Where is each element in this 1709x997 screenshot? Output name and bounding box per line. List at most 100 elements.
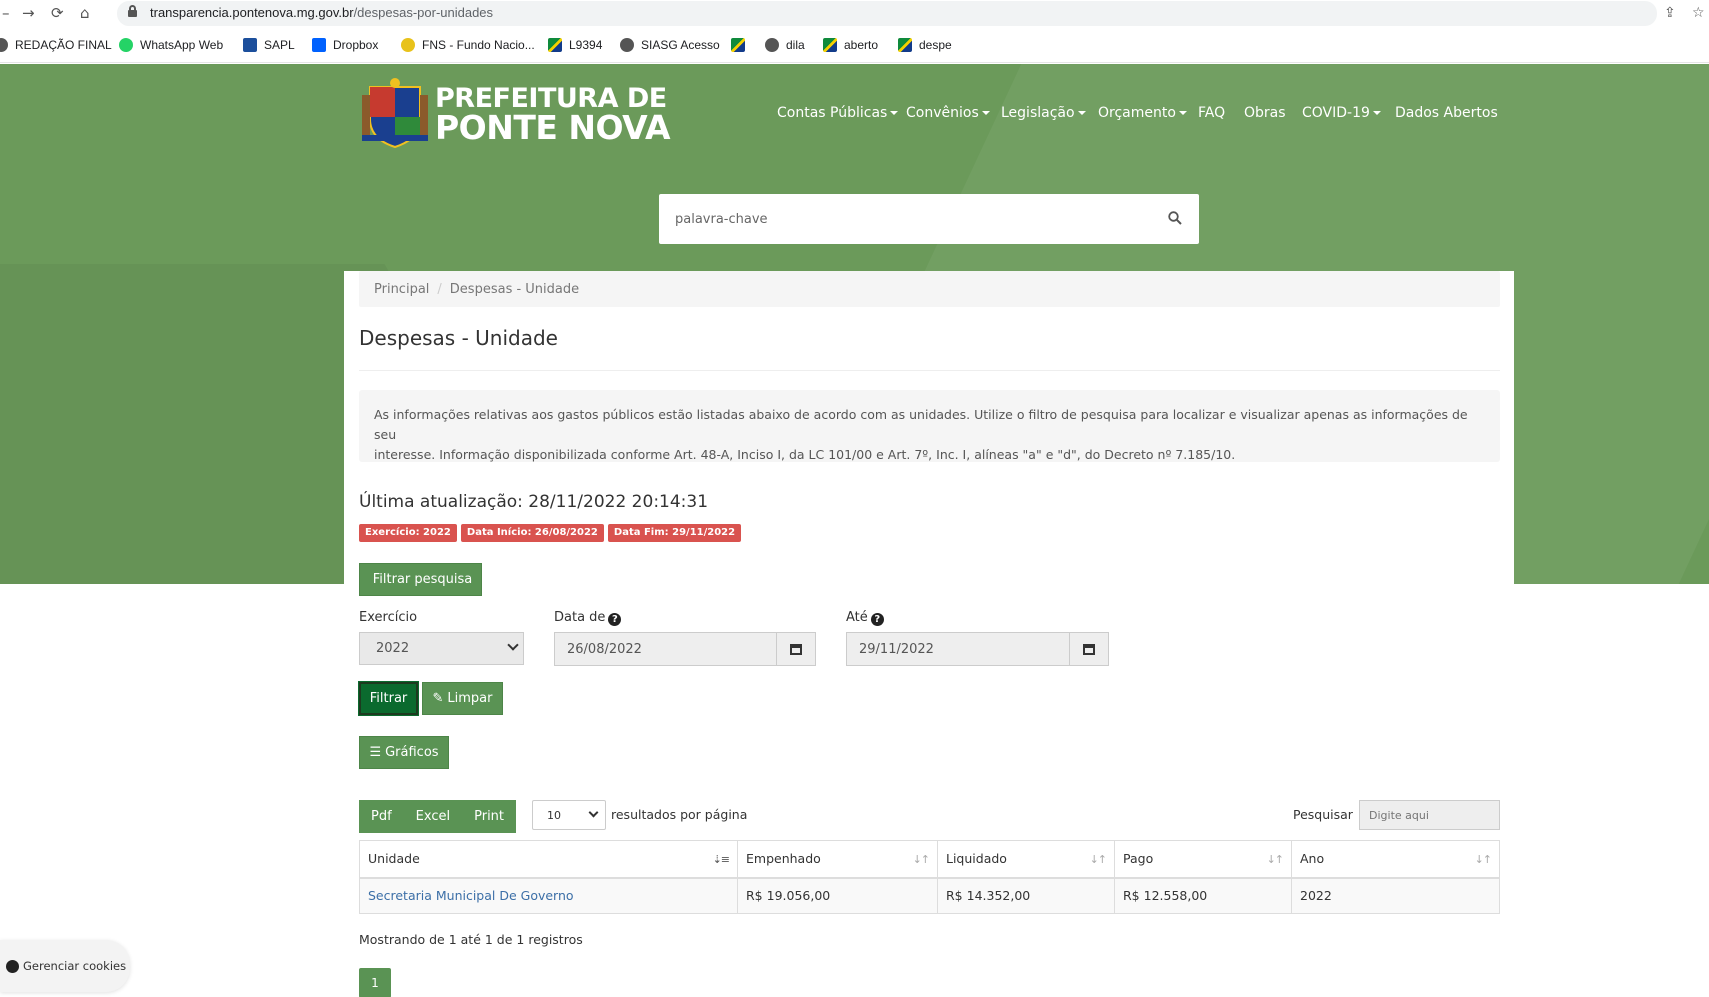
share-icon[interactable]: ⇪ [1664,5,1676,21]
bookmark-dila[interactable]: dila [765,36,805,54]
sort-icon: ↓↑ [1474,853,1492,866]
nav-dados-abertos[interactable]: Dados Abertos [1395,105,1498,121]
export-button-group: Pdf Excel Print [359,800,516,833]
lock-icon [128,5,137,17]
eraser-icon: ✎ [432,691,444,706]
per-page-label: resultados por página [611,807,748,822]
col-pago[interactable]: Pago ↓↑ [1114,840,1292,879]
bookmark-l9394[interactable]: L9394 [548,36,602,54]
bookmark-star-icon[interactable]: ☆ [1692,5,1705,21]
filter-badges: Exercício: 2022 Data Início: 26/08/2022 … [359,524,742,542]
export-excel-button[interactable]: Excel [404,809,462,824]
pago-cell: R$ 12.558,00 [1114,877,1292,914]
nav-covid[interactable]: COVID-19 [1302,105,1381,121]
exercicio-select[interactable]: 2022 [359,632,524,665]
bars-icon: ☰ [369,745,382,760]
caret-down-icon [1178,111,1187,115]
ate-field[interactable]: 29/11/2022 [846,632,1109,666]
bookmark-siasg[interactable]: SIASG Acesso [620,36,720,54]
sort-icon: ↓↑ [1089,853,1107,866]
coat-of-arms-logo[interactable] [360,77,430,149]
back-icon[interactable]: – [2,4,10,22]
globe-icon [620,38,634,52]
col-empenhado[interactable]: Empenhado ↓↑ [737,840,938,879]
breadcrumb-principal[interactable]: Principal [374,282,429,297]
records-summary: Mostrando de 1 até 1 de 1 registros [359,932,583,947]
nav-contas-publicas[interactable]: Contas Públicas [777,105,899,121]
badge-exercicio: Exercício: 2022 [359,524,457,542]
manage-cookies-button[interactable]: Gerenciar cookies [0,940,130,992]
filter-toggle-button[interactable]: Filtrar pesquisa [359,563,482,596]
bookmark-redacao[interactable]: REDAÇÃO FINAL [0,36,112,54]
nav-legislacao[interactable]: Legislação [1001,105,1086,121]
bookmark-fns[interactable]: FNS - Fundo Nacio... [401,36,535,54]
sapl-icon [243,38,257,52]
table-search-input[interactable] [1359,800,1500,830]
caret-down-icon [1372,111,1381,115]
bookmark-aberto[interactable]: aberto [823,36,878,54]
nav-faq[interactable]: FAQ [1198,105,1225,121]
nav-obras[interactable]: Obras [1244,105,1286,121]
content-card: Principal / Despesas - Unidade Despesas … [344,271,1514,997]
bookmark-despe[interactable]: despe [898,36,952,54]
col-ano[interactable]: Ano ↓↑ [1291,840,1500,879]
chevron-down-icon [507,639,519,651]
ano-cell: 2022 [1291,877,1500,914]
calendar-icon[interactable] [777,633,815,665]
filtrar-button[interactable]: Filtrar [358,681,419,716]
cookie-icon [6,959,19,973]
help-icon[interactable]: ? [608,613,622,626]
home-icon[interactable]: ⌂ [80,4,90,22]
calendar-icon[interactable] [1070,633,1108,665]
sort-icon: ↓↑ [1266,853,1284,866]
flag-icon [823,38,837,52]
help-icon[interactable]: ? [870,613,884,626]
fns-icon [401,38,415,52]
breadcrumb-current: Despesas - Unidade [449,281,580,297]
site-search [659,194,1199,244]
col-unidade[interactable]: Unidade ⇣≡ [359,840,738,879]
badge-data-fim: Data Fim: 29/11/2022 [607,524,742,542]
breadcrumb: Principal / Despesas - Unidade [359,271,1500,307]
flag-icon [548,38,562,52]
ate-label: Até? [846,610,884,626]
sort-icon: ↓↑ [912,853,930,866]
col-liquidado[interactable]: Liquidado ↓↑ [937,840,1115,879]
page-1-button[interactable]: 1 [359,968,391,997]
site-logo-text[interactable]: PREFEITURA DE PONTE NOVA [435,85,671,144]
table-search-label: Pesquisar [1293,807,1353,822]
exercicio-label: Exercício [359,610,418,625]
bookmark-whatsapp[interactable]: WhatsApp Web [119,36,223,54]
nav-orcamento[interactable]: Orçamento [1098,105,1187,121]
export-pdf-button[interactable]: Pdf [359,809,404,824]
sort-icon: ⇣≡ [712,853,730,866]
whatsapp-icon [119,38,133,52]
data-de-field[interactable]: 26/08/2022 [554,632,816,666]
export-print-button[interactable]: Print [462,809,516,824]
caret-down-icon [890,111,899,115]
limpar-button[interactable]: ✎ Limpar [422,682,503,715]
badge-data-inicio: Data Início: 26/08/2022 [460,524,604,542]
bookmarks-bar: REDAÇÃO FINAL WhatsApp Web SAPL Dropbox … [0,27,1709,63]
caret-down-icon [981,111,990,115]
url-text[interactable]: transparencia.pontenova.mg.gov.br/despes… [150,5,493,20]
reload-icon[interactable]: ⟳ [51,4,64,22]
chevron-down-icon [588,807,599,818]
per-page-select[interactable]: 10 [532,800,606,830]
page-title: Despesas - Unidade [359,326,558,350]
empenhado-cell: R$ 19.056,00 [737,877,938,914]
graficos-button[interactable]: ☰ Gráficos [359,736,449,769]
nav-convenios[interactable]: Convênios [906,105,990,121]
bookmark-sapl[interactable]: SAPL [243,36,295,54]
data-de-label: Data de? [554,610,622,626]
search-icon[interactable] [1168,211,1182,225]
unidade-link[interactable]: Secretaria Municipal De Governo [368,888,574,903]
site-search-input[interactable] [675,204,1155,234]
globe-icon [765,38,779,52]
bookmark-flag[interactable] [731,36,752,54]
flag-icon [898,38,912,52]
bookmark-dropbox[interactable]: Dropbox [312,36,378,54]
last-update-text: Última atualização: 28/11/2022 20:14:31 [359,492,709,512]
divider [359,370,1500,371]
forward-icon[interactable]: → [22,4,35,22]
